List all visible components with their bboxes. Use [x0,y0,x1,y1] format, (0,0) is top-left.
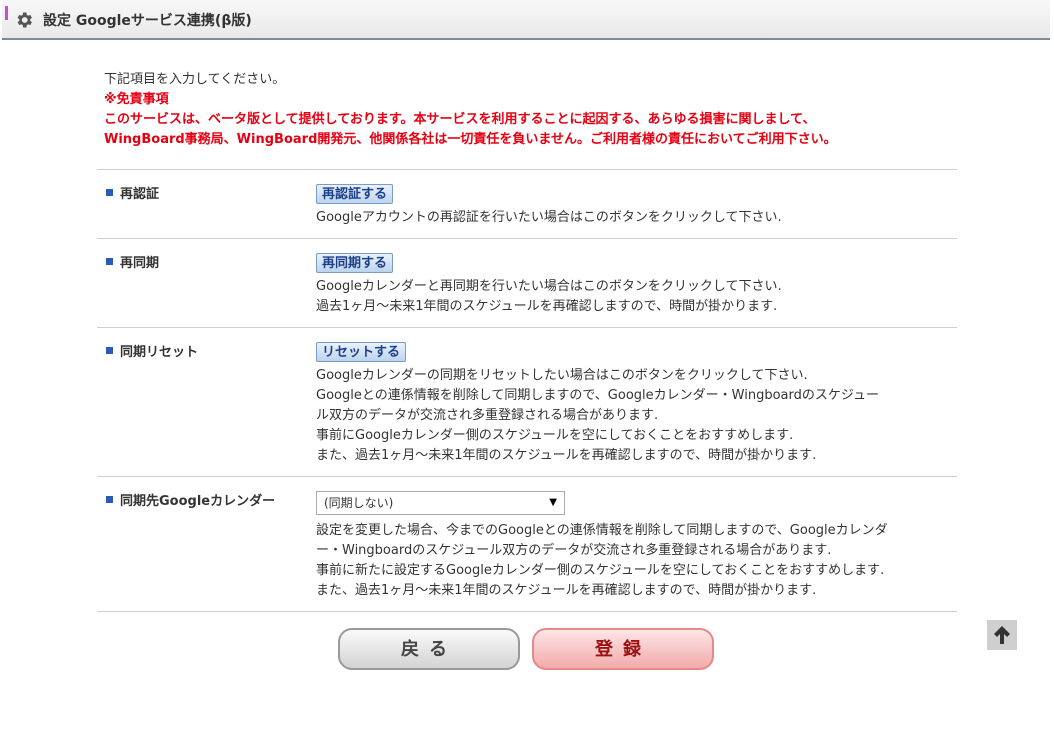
action-buttons: 戻る 登録 [338,628,718,672]
bullet-square-icon [106,258,113,265]
row-sync-calendar: 同期先Googleカレンダー (同期しない) ▼ 設定を変更した場合、今までのG… [97,477,957,612]
arrow-up-icon [994,626,1010,644]
disclaimer-line: WingBoard事務局、WingBoard開発元、他関係各社は一切責任を負いま… [104,132,837,147]
bullet-square-icon [106,496,113,503]
resync-button[interactable]: 再同期する [316,253,394,273]
bullet-square-icon [106,347,113,354]
back-button[interactable]: 戻る [338,628,520,670]
disclaimer-title: ※免責事項 [104,92,169,107]
row-description: Googleアカウントの再認証を行いたい場合はこのボタンをクリックして下さい. [316,210,782,225]
instruction-text: 下記項目を入力してください。 [104,72,286,87]
row-resync: 再同期 再同期する Googleカレンダーと再同期を行いたい場合はこのボタンをク… [97,239,957,328]
settings-form: 再認証 再認証する Googleアカウントの再認証を行いたい場合はこのボタンをク… [97,169,957,612]
page-header: 設定 Googleサービス連携(β版) [2,0,1050,40]
page-title: 設定 Googleサービス連携(β版) [43,13,252,29]
row-label: 同期先Googleカレンダー [106,490,275,509]
calendar-select[interactable]: (同期しない) ▼ [316,491,565,515]
row-description: Googleカレンダーの同期をリセットしたい場合はこのボタンをクリックして下さい… [316,368,879,463]
reset-button[interactable]: リセットする [316,342,407,362]
row-description: Googleカレンダーと再同期を行いたい場合はこのボタンをクリックして下さい. … [316,279,782,314]
row-reauth: 再認証 再認証する Googleアカウントの再認証を行いたい場合はこのボタンをク… [97,170,957,239]
intro-section: 下記項目を入力してください。 ※免責事項 このサービスは、ベータ版として提供して… [104,70,837,150]
calendar-select-value: (同期しない) [324,496,394,510]
dropdown-arrow-icon: ▼ [549,497,557,508]
scroll-to-top-button[interactable] [987,620,1017,650]
gear-icon [17,12,32,28]
row-label: 再同期 [106,252,159,271]
register-button[interactable]: 登録 [532,628,714,670]
row-sync-reset: 同期リセット リセットする Googleカレンダーの同期をリセットしたい場合はこ… [97,328,957,477]
row-description: 設定を変更した場合、今までのGoogleとの連係情報を削除して同期しますので、G… [316,523,888,598]
disclaimer-line: このサービスは、ベータ版として提供しております。本サービスを利用することに起因す… [104,112,816,127]
reauth-button[interactable]: 再認証する [316,184,394,204]
bullet-square-icon [106,189,113,196]
header-accent-bar [5,6,8,20]
row-label: 再認証 [106,183,159,202]
row-label: 同期リセット [106,341,198,360]
